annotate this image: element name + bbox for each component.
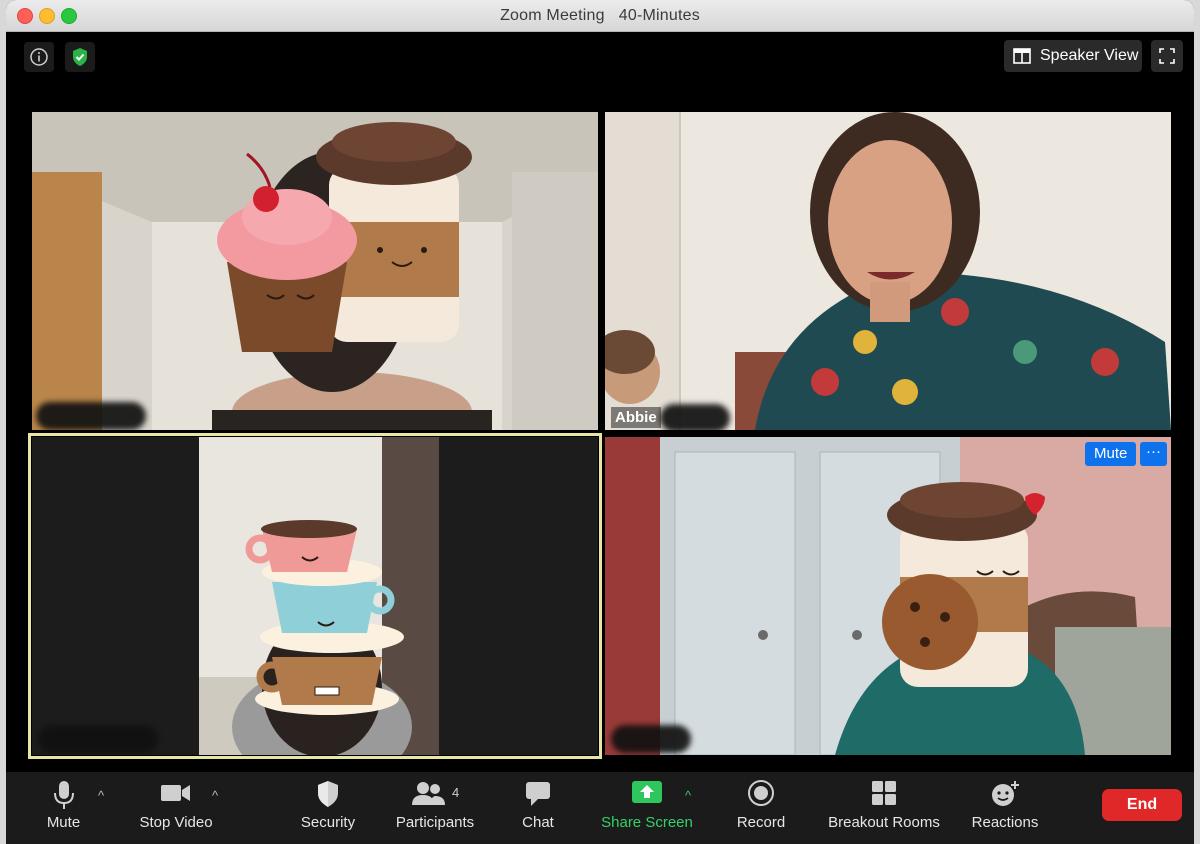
info-icon: [30, 48, 48, 66]
breakout-rooms-button[interactable]: Breakout Rooms: [824, 772, 944, 844]
share-options-caret-icon[interactable]: ^: [685, 788, 691, 803]
security-button[interactable]: Security: [296, 772, 360, 844]
chat-label: Chat: [522, 814, 554, 831]
security-shield-icon: [318, 781, 338, 807]
end-meeting-button[interactable]: End: [1102, 789, 1182, 821]
grid-view-icon: [1013, 48, 1031, 64]
participants-count: 4: [452, 785, 460, 800]
video-feed: [605, 112, 1171, 430]
reactions-smiley-icon: [992, 781, 1019, 806]
reactions-label: Reactions: [971, 814, 1039, 831]
fullscreen-button[interactable]: [1151, 40, 1183, 72]
video-tile-1[interactable]: [32, 112, 598, 430]
participants-icon: [412, 782, 445, 805]
participants-button[interactable]: 4 Participants: [388, 772, 482, 844]
breakout-rooms-label: Breakout Rooms: [828, 814, 940, 831]
video-options-caret-icon[interactable]: ^: [212, 788, 218, 803]
chat-bubble-icon: [526, 782, 550, 806]
zoom-window: Zoom Meeting 40-Minutes Speaker View Abb…: [6, 0, 1194, 844]
record-label: Record: [736, 814, 786, 831]
window-title: Zoom Meeting 40-Minutes: [500, 7, 700, 24]
video-tile-3-active-speaker[interactable]: [32, 437, 598, 755]
security-label: Security: [300, 814, 356, 831]
share-screen-label: Share Screen: [601, 814, 693, 831]
record-icon: [748, 780, 774, 806]
fullscreen-icon: [1159, 48, 1175, 64]
title-bar: Zoom Meeting 40-Minutes: [6, 0, 1194, 32]
video-camera-icon: [161, 785, 190, 801]
participant-name-label: Abbie: [611, 407, 661, 428]
meeting-info-button[interactable]: [24, 42, 54, 72]
speaker-view-label: Speaker View: [1040, 47, 1139, 64]
video-tile-abbie[interactable]: Abbie: [605, 112, 1171, 430]
microphone-icon: [53, 781, 74, 809]
meeting-toolbar: Mute ^ Stop Video ^ Security 4 Participa…: [6, 772, 1194, 844]
mute-button[interactable]: Mute: [36, 772, 91, 844]
video-feed: [605, 437, 1171, 755]
stop-video-label: Stop Video: [139, 814, 213, 831]
reactions-button[interactable]: Reactions: [968, 772, 1042, 844]
mute-participant-button[interactable]: Mute: [1085, 442, 1137, 466]
meeting-duration: 40-Minutes: [618, 7, 700, 24]
encryption-button[interactable]: [65, 42, 95, 72]
audio-options-caret-icon[interactable]: ^: [98, 788, 104, 803]
record-button[interactable]: Record: [732, 772, 790, 844]
video-feed: [32, 437, 598, 755]
share-screen-button[interactable]: Share Screen: [598, 772, 696, 844]
coffee-cup-cookie-sticker: [882, 482, 1045, 687]
participant-name-redacted: [36, 402, 146, 430]
participant-name-redacted: [660, 404, 730, 430]
video-feed: [32, 112, 598, 430]
participant-name-redacted: [611, 725, 691, 753]
chat-button[interactable]: Chat: [514, 772, 562, 844]
stop-video-button[interactable]: Stop Video: [132, 772, 220, 844]
more-options-button[interactable]: ···: [1140, 442, 1167, 466]
breakout-rooms-icon: [872, 781, 896, 805]
shield-check-icon: [73, 48, 87, 66]
share-screen-arrow-icon: [632, 781, 662, 803]
participant-name-redacted: [38, 725, 158, 753]
speaker-view-button[interactable]: Speaker View: [1004, 40, 1142, 72]
video-tile-4[interactable]: Mute ···: [605, 437, 1171, 755]
mute-label: Mute: [46, 814, 81, 831]
participants-label: Participants: [395, 814, 475, 831]
